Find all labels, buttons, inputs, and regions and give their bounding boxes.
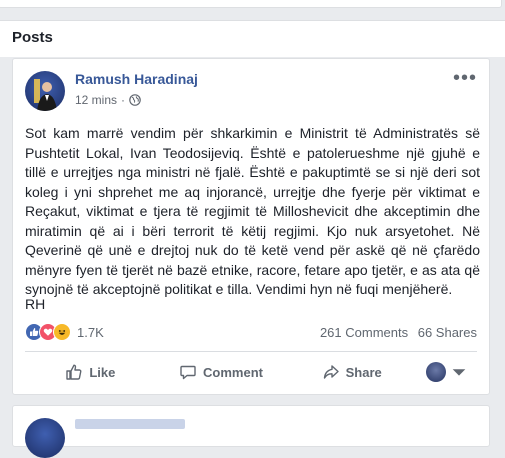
share-label: Share — [345, 364, 382, 380]
next-post-author-placeholder — [75, 419, 185, 429]
share-icon — [323, 365, 339, 379]
reactions-summary[interactable]: 1.7K — [25, 323, 104, 341]
like-label: Like — [89, 364, 116, 380]
engagement-counts: 261 Comments 66 Shares — [314, 325, 477, 340]
post-meta: 12 mins · — [75, 93, 141, 107]
like-button[interactable]: Like — [25, 363, 156, 381]
chevron-down-icon — [452, 369, 466, 376]
post-card: Ramush Haradinaj 12 mins · ••• Sot kam m… — [12, 58, 490, 395]
page-avatar — [426, 362, 447, 382]
reaction-count: 1.7K — [77, 324, 104, 340]
comment-label: Comment — [203, 364, 263, 380]
share-button[interactable]: Share — [286, 363, 417, 381]
comment-button[interactable]: Comment — [156, 363, 287, 381]
posts-section-header: Posts — [0, 20, 505, 57]
previous-card — [0, 0, 502, 8]
thumbs-up-icon — [66, 364, 82, 380]
haha-reaction-icon — [53, 323, 71, 341]
globe-icon[interactable] — [129, 94, 141, 106]
next-post-avatar[interactable] — [25, 418, 65, 458]
comments-count[interactable]: 261 Comments — [320, 325, 408, 340]
more-options-icon[interactable]: ••• — [453, 67, 477, 90]
author-name[interactable]: Ramush Haradinaj — [75, 71, 198, 87]
post-actions: Like Comment Share — [25, 352, 477, 392]
shares-count[interactable]: 66 Shares — [418, 325, 477, 340]
post-signature: RH — [25, 296, 46, 312]
comment-icon — [180, 365, 196, 380]
share-as-selector[interactable] — [417, 362, 477, 382]
section-title: Posts — [12, 29, 53, 46]
author-avatar[interactable] — [25, 71, 65, 111]
post-text: Sot kam marrë vendim për shkarkimin e Mi… — [25, 125, 480, 297]
meta-separator: · — [121, 93, 126, 107]
next-post-card — [12, 405, 490, 458]
avatar-portrait-icon — [34, 79, 57, 111]
post-timestamp[interactable]: 12 mins — [75, 93, 117, 107]
